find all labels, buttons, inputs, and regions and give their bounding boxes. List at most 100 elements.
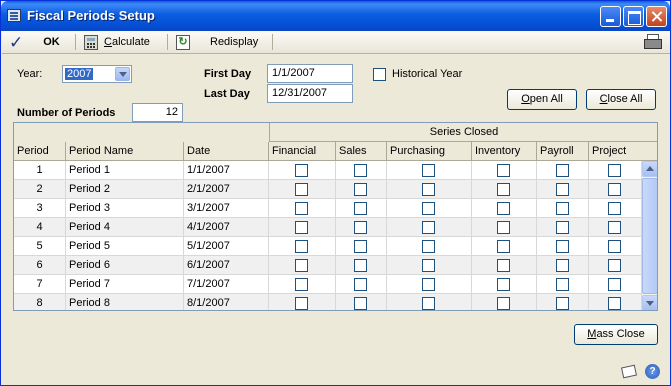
table-row[interactable]: 8 Period 8 8/1/2007 [14,294,642,310]
inventory-checkbox[interactable] [497,183,510,196]
inventory-checkbox[interactable] [497,297,510,310]
table-row[interactable]: 7 Period 7 7/1/2007 [14,275,642,294]
project-checkbox[interactable] [608,183,621,196]
maximize-button[interactable] [623,6,644,27]
table-row[interactable]: 1 Period 1 1/1/2007 [14,161,642,180]
cell-period-name[interactable]: Period 8 [66,294,184,310]
inventory-checkbox[interactable] [497,240,510,253]
cell-sales [336,199,387,217]
sales-checkbox[interactable] [354,240,367,253]
sales-checkbox[interactable] [354,183,367,196]
inventory-checkbox[interactable] [497,221,510,234]
redisplay-button[interactable]: ↻ Redisplay [172,33,262,51]
cell-period-name[interactable]: Period 3 [66,199,184,217]
financial-checkbox[interactable] [295,164,308,177]
cell-period-name[interactable]: Period 6 [66,256,184,274]
col-header-sales[interactable]: Sales [336,142,387,160]
project-checkbox[interactable] [608,297,621,310]
cell-period-name[interactable]: Period 5 [66,237,184,255]
col-header-period[interactable]: Period [14,142,66,160]
cell-period-name[interactable]: Period 1 [66,161,184,179]
vertical-scrollbar[interactable] [642,161,657,310]
purchasing-checkbox[interactable] [422,183,435,196]
payroll-checkbox[interactable] [555,202,569,215]
inventory-checkbox[interactable] [497,278,510,291]
payroll-checkbox[interactable] [555,221,569,234]
printer-icon[interactable] [644,34,662,49]
col-header-financial[interactable]: Financial [269,142,336,160]
financial-checkbox[interactable] [295,240,308,253]
last-day-field[interactable]: 12/31/2007 [267,84,353,103]
project-checkbox[interactable] [608,240,621,253]
ok-button[interactable]: ✓ OK [5,33,64,51]
purchasing-checkbox[interactable] [422,202,435,215]
close-all-button[interactable]: Close All [586,89,656,110]
calculate-button[interactable]: Calculate [80,33,154,51]
fiscal-periods-window: Fiscal Periods Setup ✓ OK Calculate ↻ Re… [0,0,671,386]
purchasing-checkbox[interactable] [422,221,435,234]
table-row[interactable]: 6 Period 6 6/1/2007 [14,256,642,275]
scroll-up-arrow-icon[interactable] [642,161,657,177]
mass-close-button[interactable]: Mass Close [574,324,658,345]
col-header-period-name[interactable]: Period Name [66,142,184,160]
first-day-field[interactable]: 1/1/2007 [267,64,353,83]
sales-checkbox[interactable] [354,202,367,215]
financial-checkbox[interactable] [295,259,308,272]
note-icon[interactable] [621,364,637,379]
table-row[interactable]: 2 Period 2 2/1/2007 [14,180,642,199]
table-row[interactable]: 3 Period 3 3/1/2007 [14,199,642,218]
inventory-checkbox[interactable] [497,164,510,177]
table-row[interactable]: 5 Period 5 5/1/2007 [14,237,642,256]
project-checkbox[interactable] [608,278,621,291]
payroll-checkbox[interactable] [555,164,569,177]
table-row[interactable]: 4 Period 4 4/1/2007 [14,218,642,237]
col-header-payroll[interactable]: Payroll [537,142,589,160]
sales-checkbox[interactable] [354,259,367,272]
purchasing-checkbox[interactable] [422,240,435,253]
project-checkbox[interactable] [608,202,621,215]
payroll-checkbox[interactable] [555,240,569,253]
purchasing-checkbox[interactable] [422,278,435,291]
payroll-checkbox[interactable] [555,259,569,272]
cell-period-name[interactable]: Period 2 [66,180,184,198]
financial-checkbox[interactable] [295,221,308,234]
cell-payroll [537,256,589,274]
sales-checkbox[interactable] [354,297,367,310]
project-checkbox[interactable] [608,259,621,272]
minimize-button[interactable] [600,6,621,27]
sales-checkbox[interactable] [354,221,367,234]
project-checkbox[interactable] [608,164,621,177]
chevron-down-icon[interactable] [115,67,130,81]
historical-year-checkbox[interactable] [373,68,386,81]
payroll-checkbox[interactable] [555,278,569,291]
scroll-thumb[interactable] [642,178,657,294]
purchasing-checkbox[interactable] [422,164,435,177]
open-all-button[interactable]: Open All [507,89,577,110]
cell-period-name[interactable]: Period 4 [66,218,184,236]
cell-financial [269,256,336,274]
scroll-down-arrow-icon[interactable] [642,295,657,310]
project-checkbox[interactable] [608,221,621,234]
sales-checkbox[interactable] [354,278,367,291]
cell-payroll [537,199,589,217]
financial-checkbox[interactable] [295,278,308,291]
col-header-project[interactable]: Project [589,142,643,160]
payroll-checkbox[interactable] [555,183,569,196]
col-header-date[interactable]: Date [184,142,269,160]
purchasing-checkbox[interactable] [422,297,435,310]
col-header-inventory[interactable]: Inventory [472,142,537,160]
sales-checkbox[interactable] [354,164,367,177]
col-header-purchasing[interactable]: Purchasing [387,142,472,160]
help-icon[interactable]: ? [645,364,660,379]
financial-checkbox[interactable] [295,183,308,196]
year-dropdown[interactable]: 2007 [62,65,132,83]
cell-period-name[interactable]: Period 7 [66,275,184,293]
close-button[interactable] [646,6,667,27]
financial-checkbox[interactable] [295,202,308,215]
inventory-checkbox[interactable] [497,202,510,215]
purchasing-checkbox[interactable] [422,259,435,272]
financial-checkbox[interactable] [295,297,308,310]
payroll-checkbox[interactable] [555,297,569,310]
inventory-checkbox[interactable] [497,259,510,272]
number-of-periods-field[interactable]: 12 [132,103,183,122]
